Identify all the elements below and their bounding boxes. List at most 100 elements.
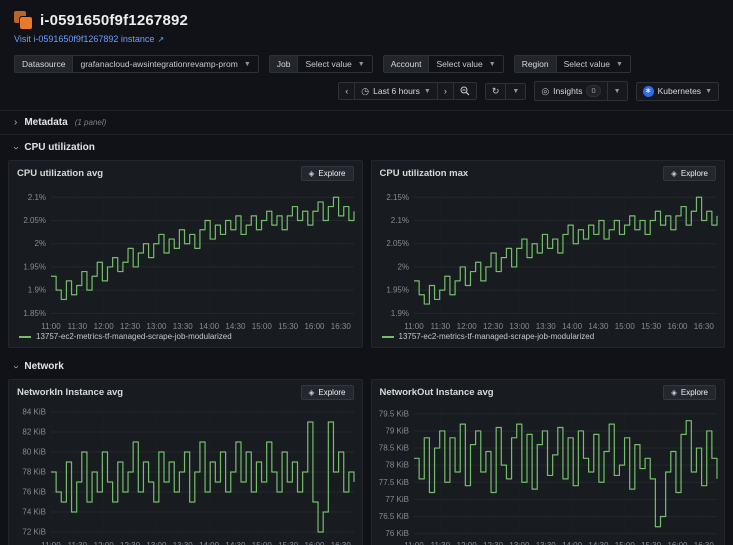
- chevron-down-icon: ▼: [243, 60, 251, 68]
- svg-text:16:30: 16:30: [331, 322, 352, 331]
- networkin-time-series-chart[interactable]: 11:00 11:30 12:00 12:30 13:00 13:30 14:00 14:30…: [9, 401, 362, 545]
- explore-button[interactable]: ◈ Explore: [663, 385, 716, 400]
- svg-text:15:00: 15:00: [614, 322, 635, 331]
- svg-text:11:30: 11:30: [430, 322, 450, 331]
- svg-text:2%: 2%: [397, 262, 409, 271]
- visit-instance-row: Visit i-0591650f9f1267892 instance ↗: [0, 32, 733, 52]
- kubernetes-icon: ∗: [642, 85, 654, 97]
- svg-text:11:00: 11:00: [404, 322, 424, 331]
- svg-text:11:00: 11:00: [404, 541, 424, 545]
- kubernetes-dropdown[interactable]: ∗ Kubernetes ▼: [635, 81, 719, 101]
- panel-header: CPU utilization avg ◈ Explore: [9, 161, 362, 182]
- svg-text:14:00: 14:00: [199, 322, 220, 331]
- svg-text:74 KiB: 74 KiB: [22, 508, 46, 517]
- legend-line-icon: [381, 335, 394, 338]
- insights-icon: ◎: [541, 85, 550, 96]
- datasource-filter-label: Datasource: [14, 55, 73, 73]
- job-filter-label: Job: [268, 55, 298, 73]
- section-metadata[interactable]: › Metadata (1 panel): [0, 110, 733, 135]
- svg-text:16:00: 16:00: [304, 322, 325, 331]
- chevron-down-icon: ▼: [512, 87, 520, 95]
- chevron-down-icon: ▼: [357, 60, 365, 68]
- legend-item[interactable]: 13757-ec2-metrics-tf-managed-scrape-job-…: [372, 331, 725, 347]
- visit-instance-link[interactable]: Visit i-0591650f9f1267892 instance ↗: [14, 34, 164, 44]
- zoom-out-button[interactable]: [452, 82, 477, 100]
- svg-text:72 KiB: 72 KiB: [22, 528, 46, 537]
- chevron-down-icon: ▼: [615, 60, 623, 68]
- cpu-avg-time-series-chart[interactable]: 11:00 11:30 12:00 12:30 13:00 13:30 14:00 14:30…: [9, 182, 362, 331]
- time-shift-back-button[interactable]: ‹: [338, 82, 356, 100]
- chevron-down-icon: ▼: [423, 87, 431, 95]
- svg-text:14:30: 14:30: [588, 322, 609, 331]
- svg-text:16:30: 16:30: [693, 541, 714, 545]
- svg-text:84 KiB: 84 KiB: [22, 408, 46, 417]
- account-filter: Account Select value ▼: [382, 55, 504, 73]
- page-title: i-0591650f9f1267892: [40, 11, 189, 29]
- job-filter-select[interactable]: Select value ▼: [297, 55, 373, 73]
- svg-text:82 KiB: 82 KiB: [22, 428, 46, 437]
- svg-text:77 KiB: 77 KiB: [385, 495, 409, 504]
- svg-text:14:30: 14:30: [225, 322, 246, 331]
- legend-line-icon: [19, 335, 31, 338]
- section-network[interactable]: › Network: [0, 354, 733, 377]
- svg-text:14:30: 14:30: [225, 541, 246, 545]
- time-range-picker[interactable]: ◷ Last 6 hours ▼: [354, 82, 438, 100]
- metadata-panel-count: (1 panel): [74, 118, 107, 127]
- panel-header: CPU utilization max ◈ Explore: [372, 161, 725, 182]
- svg-text:11:30: 11:30: [430, 541, 450, 545]
- cpu-max-time-series-chart[interactable]: 11:00 11:30 12:00 12:30 13:00 13:30 14:00 14:30…: [372, 182, 725, 331]
- explore-button[interactable]: ◈ Explore: [300, 166, 354, 181]
- svg-text:16:30: 16:30: [693, 322, 714, 331]
- cpu-panels-row: CPU utilization avg ◈ Explore 11:00 11:30…: [0, 158, 733, 354]
- chevron-down-icon: ▼: [613, 87, 621, 95]
- insights-group: ◎ Insights 0 ▼: [534, 81, 628, 101]
- svg-text:14:30: 14:30: [588, 541, 609, 545]
- explore-button[interactable]: ◈ Explore: [663, 166, 716, 181]
- svg-text:2.05%: 2.05%: [386, 239, 409, 248]
- svg-text:15:00: 15:00: [252, 322, 273, 331]
- svg-text:13:30: 13:30: [535, 322, 556, 331]
- svg-text:2%: 2%: [34, 239, 46, 248]
- panel-networkout-instance-avg: NetworkOut Instance avg ◈ Explore 11:001…: [370, 379, 725, 545]
- compass-icon: ◈: [308, 388, 315, 397]
- svg-text:13:30: 13:30: [535, 541, 556, 545]
- networkout-time-series-chart[interactable]: 11:00 11:30 12:00 12:30 13:00 13:30 14:00 14:30…: [372, 401, 725, 545]
- svg-text:13:00: 13:00: [509, 541, 530, 545]
- explore-button[interactable]: ◈ Explore: [300, 385, 354, 400]
- section-cpu-utilization[interactable]: › CPU utilization: [0, 135, 733, 158]
- svg-text:11:00: 11:00: [41, 541, 61, 545]
- account-filter-select[interactable]: Select value ▼: [428, 55, 504, 73]
- refresh-button[interactable]: ↻: [484, 82, 507, 100]
- refresh-group: ↻ ▼: [484, 82, 527, 100]
- panel-cpu-utilization-max: CPU utilization max ◈ Explore 11:00 11:30…: [370, 160, 725, 348]
- time-shift-forward-button[interactable]: ›: [436, 82, 454, 100]
- datasource-filter-select[interactable]: grafanacloud-awsintegrationrevamp-prom ▼: [72, 55, 259, 73]
- insights-dropdown-button[interactable]: ▼: [606, 81, 628, 101]
- legend-item[interactable]: 13757-ec2-metrics-tf-managed-scrape-job-…: [9, 331, 362, 347]
- insights-button[interactable]: ◎ Insights 0: [534, 81, 608, 101]
- svg-text:78.5 KiB: 78.5 KiB: [378, 444, 408, 453]
- svg-text:12:00: 12:00: [456, 541, 477, 545]
- chevron-down-icon: ›: [10, 364, 22, 369]
- region-filter-select[interactable]: Select value ▼: [555, 55, 631, 73]
- svg-text:13:00: 13:00: [146, 541, 167, 545]
- panel-title: CPU utilization max: [379, 168, 469, 179]
- svg-text:12:30: 12:30: [120, 541, 141, 545]
- svg-text:12:00: 12:00: [94, 322, 115, 331]
- svg-text:15:30: 15:30: [278, 541, 299, 545]
- account-filter-label: Account: [382, 55, 429, 73]
- svg-text:15:00: 15:00: [614, 541, 635, 545]
- svg-text:12:00: 12:00: [456, 322, 477, 331]
- svg-text:11:30: 11:30: [68, 541, 88, 545]
- panel-cpu-utilization-avg: CPU utilization avg ◈ Explore 11:00 11:30…: [8, 160, 363, 348]
- svg-text:2.1%: 2.1%: [390, 216, 408, 225]
- svg-text:12:30: 12:30: [483, 541, 504, 545]
- svg-text:79 KiB: 79 KiB: [385, 426, 409, 435]
- refresh-icon: ↻: [491, 85, 500, 96]
- refresh-interval-button[interactable]: ▼: [505, 82, 527, 100]
- svg-text:1.85%: 1.85%: [23, 309, 46, 318]
- svg-text:1.95%: 1.95%: [23, 262, 46, 271]
- svg-text:78 KiB: 78 KiB: [385, 461, 409, 470]
- metadata-section-title: Metadata: [24, 117, 68, 128]
- chevron-right-icon: ›: [14, 117, 18, 128]
